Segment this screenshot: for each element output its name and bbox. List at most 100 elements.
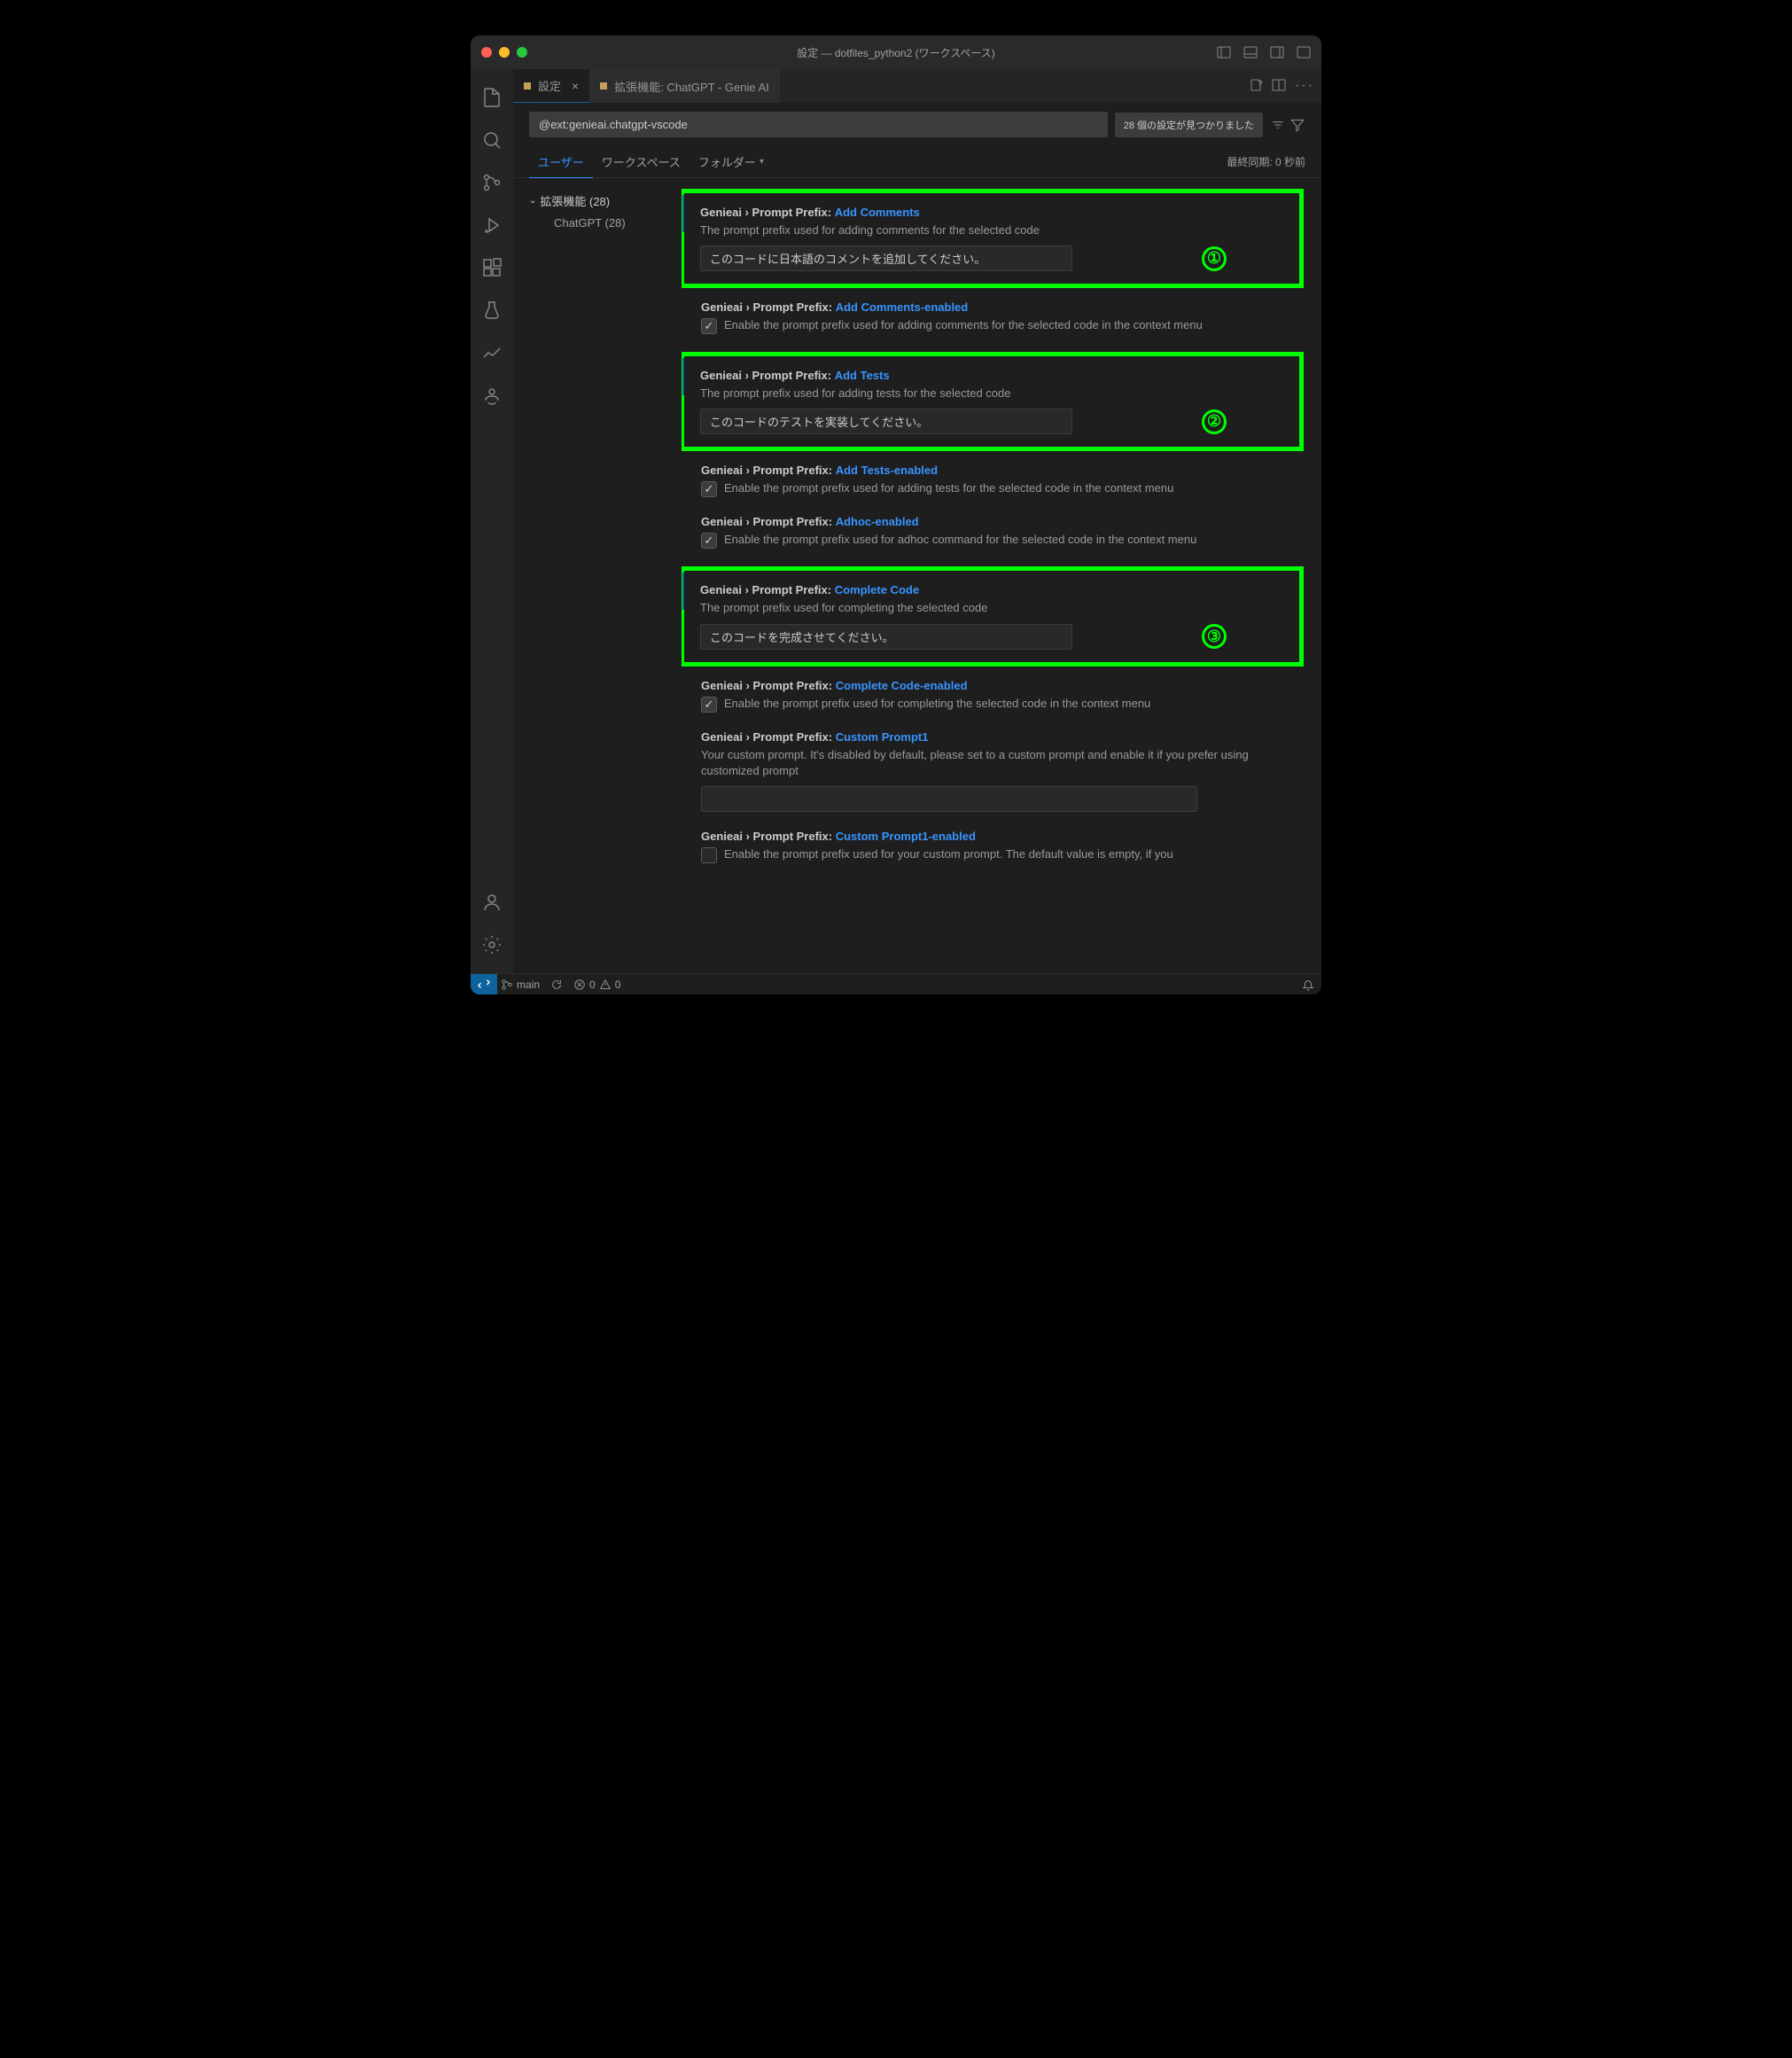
tab-close-button[interactable]: × [572,79,579,93]
setting-description: Enable the prompt prefix used for comple… [724,696,1150,712]
chevron-down-icon: ▾ [760,157,764,167]
extensions-icon[interactable] [471,246,513,289]
main-layout: 設定 × 拡張機能: ChatGPT - Genie AI ··· 28 個の設… [471,69,1321,973]
notifications-icon[interactable] [1302,978,1314,991]
tab-modified-indicator [600,82,607,90]
content-area: 設定 × 拡張機能: ChatGPT - Genie AI ··· 28 個の設… [513,69,1321,973]
setting-title: Genieai › Prompt Prefix: Add Comments-en… [701,300,1304,314]
setting-checkbox[interactable]: ✓ [701,481,717,497]
toc-chatgpt[interactable]: ChatGPT (28) [513,213,682,233]
setting-checkbox[interactable]: ✓ [701,697,717,713]
setting-description: Your custom prompt. It's disabled by def… [701,747,1304,779]
settings-search-row: 28 個の設定が見つかりました [513,103,1321,146]
setting-checkbox[interactable] [701,847,717,863]
setting-value-input[interactable] [700,246,1072,271]
setting-value-input[interactable] [700,409,1072,434]
scope-workspace-tab[interactable]: ワークスペース [593,146,690,178]
explorer-icon[interactable] [471,76,513,119]
setting-description: The prompt prefix used for adding commen… [700,222,1287,238]
toc-extensions[interactable]: ⌄ 拡張機能 (28) [513,189,682,213]
setting-custom-prompt1: Genieai › Prompt Prefix: Custom Prompt1 … [682,730,1304,812]
account-icon[interactable] [471,881,513,924]
setting-title: Genieai › Prompt Prefix: Add Comments [700,206,1287,219]
setting-description: Enable the prompt prefix used for adding… [724,480,1173,496]
scope-user-tab[interactable]: ユーザー [529,146,593,178]
debug-icon[interactable] [471,204,513,246]
settings-toc: ⌄ 拡張機能 (28) ChatGPT (28) [513,178,682,973]
source-control-icon[interactable] [471,161,513,204]
setting-custom-prompt1-enabled: Genieai › Prompt Prefix: Custom Prompt1-… [682,830,1304,863]
tabs-bar: 設定 × 拡張機能: ChatGPT - Genie AI ··· [513,69,1321,103]
annotation-badge-1: ① [1202,246,1227,271]
setting-title: Genieai › Prompt Prefix: Custom Prompt1-… [701,830,1304,843]
settings-list[interactable]: Genieai › Prompt Prefix: Add Comments Th… [682,178,1321,973]
setting-title: Genieai › Prompt Prefix: Add Tests [700,369,1287,382]
sync-icon[interactable] [550,978,563,991]
sync-status[interactable]: 最終同期: 0 秒前 [1227,154,1305,169]
setting-value-input[interactable] [700,624,1072,650]
setting-add-tests-enabled: Genieai › Prompt Prefix: Add Tests-enabl… [682,464,1304,497]
testing-icon[interactable] [471,289,513,331]
annotation-badge-2: ② [1202,409,1227,434]
tab-actions: ··· [1249,78,1314,94]
setting-description: Enable the prompt prefix used for your c… [724,846,1173,862]
chevron-down-icon: ⌄ [529,196,536,206]
panel-bottom-icon[interactable] [1243,45,1258,59]
minimize-window-button[interactable] [499,47,510,58]
tab-extension[interactable]: 拡張機能: ChatGPT - Genie AI [589,69,780,103]
search-actions [1270,117,1305,133]
setting-add-comments-enabled: Genieai › Prompt Prefix: Add Comments-en… [682,300,1304,334]
panel-right-icon[interactable] [1270,45,1284,59]
setting-add-tests: Genieai › Prompt Prefix: Add Tests The p… [682,352,1304,451]
setting-description: Enable the prompt prefix used for adding… [724,317,1203,333]
settings-search-input[interactable] [529,112,1108,137]
setting-add-comments: Genieai › Prompt Prefix: Add Comments Th… [682,189,1304,288]
settings-gear-icon[interactable] [471,924,513,966]
setting-title: Genieai › Prompt Prefix: Complete Code-e… [701,679,1304,692]
setting-title: Genieai › Prompt Prefix: Custom Prompt1 [701,730,1304,744]
open-settings-json-icon[interactable] [1249,78,1263,92]
setting-checkbox[interactable]: ✓ [701,533,717,549]
remote-indicator[interactable] [471,974,497,995]
scope-tabs: ユーザー ワークスペース フォルダー ▾ 最終同期: 0 秒前 [513,146,1321,178]
setting-title: Genieai › Prompt Prefix: Add Tests-enabl… [701,464,1304,477]
tab-settings[interactable]: 設定 × [513,69,589,103]
traffic-lights [481,47,527,58]
setting-complete-code: Genieai › Prompt Prefix: Complete Code T… [682,566,1304,666]
setting-title: Genieai › Prompt Prefix: Adhoc-enabled [701,515,1304,528]
search-icon[interactable] [471,119,513,161]
setting-description: The prompt prefix used for completing th… [700,600,1287,616]
activity-bottom [471,881,513,966]
setting-adhoc-enabled: Genieai › Prompt Prefix: Adhoc-enabled ✓… [682,515,1304,549]
setting-title: Genieai › Prompt Prefix: Complete Code [700,583,1287,596]
titlebar[interactable]: 設定 — dotfiles_python2 (ワークスペース) [471,35,1321,69]
layout-icon[interactable] [1297,45,1311,59]
scope-folder-tab[interactable]: フォルダー ▾ [690,146,773,178]
filter-icon[interactable] [1289,117,1305,133]
maximize-window-button[interactable] [517,47,527,58]
vscode-window: 設定 — dotfiles_python2 (ワークスペース) [471,35,1321,994]
status-bar: main 0 0 [471,973,1321,994]
window-title: 設定 — dotfiles_python2 (ワークスペース) [797,45,995,60]
problems[interactable]: 0 0 [573,978,620,991]
split-editor-icon[interactable] [1272,78,1286,92]
more-actions-icon[interactable]: ··· [1295,78,1314,94]
annotation-badge-3: ③ [1202,624,1227,649]
clear-search-icon[interactable] [1270,117,1286,133]
genie-icon[interactable] [471,374,513,417]
panel-left-icon[interactable] [1217,45,1231,59]
tab-modified-indicator [524,82,531,90]
setting-description: The prompt prefix used for adding tests … [700,386,1287,401]
close-window-button[interactable] [481,47,492,58]
search-result-count: 28 個の設定が見つかりました [1115,113,1263,137]
chart-icon[interactable] [471,331,513,374]
setting-checkbox[interactable]: ✓ [701,318,717,334]
git-branch[interactable]: main [501,978,540,991]
settings-main: ⌄ 拡張機能 (28) ChatGPT (28) Genieai › Promp… [513,178,1321,973]
settings-body: 28 個の設定が見つかりました ユーザー ワークスペース フォルダー ▾ 最終同… [513,103,1321,973]
tab-label: 拡張機能: ChatGPT - Genie AI [614,78,769,95]
tab-label: 設定 [538,77,561,94]
setting-complete-code-enabled: Genieai › Prompt Prefix: Complete Code-e… [682,679,1304,713]
setting-value-input[interactable] [701,786,1197,812]
activity-bar [471,69,513,973]
